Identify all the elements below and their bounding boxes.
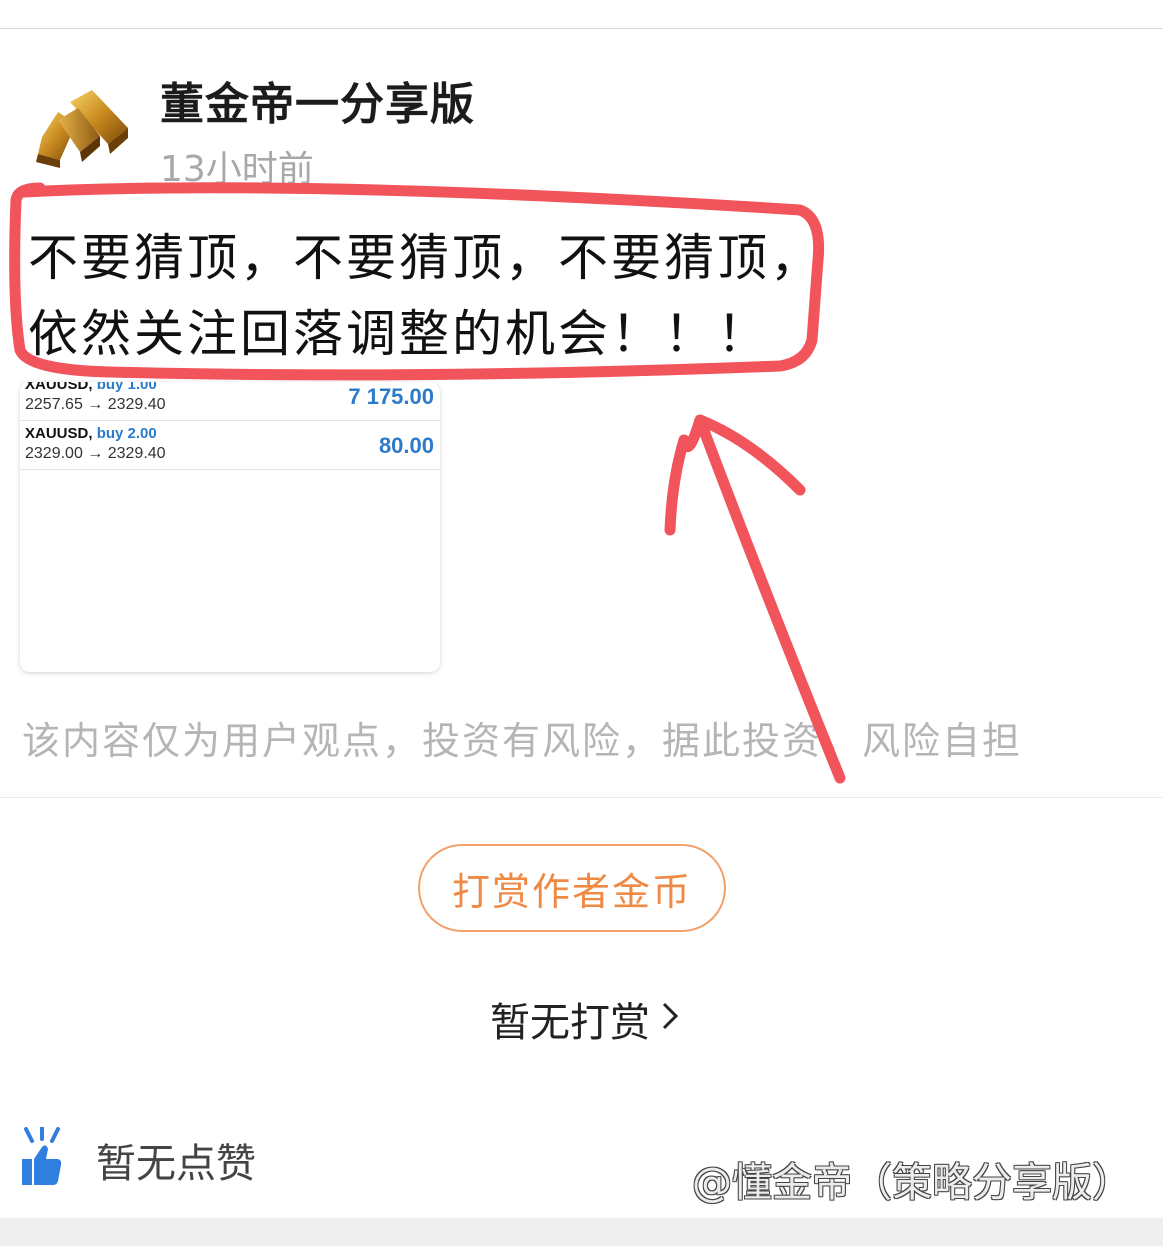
post-text: 不要猜顶，不要猜顶，不要猜顶， 依然关注回落调整的机会！！！ <box>28 220 823 372</box>
trade-row: XAUUSD, buy 2.00 2329.00 → 2329.40 80.00 <box>20 421 440 470</box>
reward-author-button[interactable]: 打赏作者金币 <box>418 844 726 932</box>
like-status-label: 暂无点赞 <box>96 1141 256 1187</box>
trade-side: buy 1.00 <box>96 382 157 393</box>
post-text-line: 依然关注回落调整的机会！！！ <box>28 305 770 363</box>
trade-prices: 2329.00 → 2329.40 <box>25 445 166 462</box>
author-avatar[interactable] <box>30 82 130 177</box>
trade-row: XAUUSD, buy 1.00 2257.65 → 2329.40 7 175… <box>20 382 440 421</box>
thumbs-up-icon <box>18 1125 64 1193</box>
post-time: 13小时前 <box>160 149 314 190</box>
reward-status-label: 暂无打赏 <box>490 1000 650 1046</box>
trade-screenshot-card[interactable]: XAUUSD, buy 1.00 2257.65 → 2329.40 7 175… <box>20 382 440 672</box>
trade-symbol: XAUUSD, buy 1.00 <box>25 382 157 393</box>
top-divider <box>0 28 1163 29</box>
gold-bars-icon <box>36 90 128 168</box>
trade-profit: 80.00 <box>378 433 434 458</box>
bottom-bar <box>0 1218 1163 1246</box>
chevron-right-icon <box>660 996 680 1042</box>
trade-profit: 7 175.00 <box>348 384 434 409</box>
section-divider <box>0 797 1163 798</box>
author-name[interactable]: 董金帝一分享版 <box>160 68 475 132</box>
watermark: @懂金帝（策略分享版） <box>692 1160 1132 1206</box>
post-text-line: 不要猜顶，不要猜顶，不要猜顶， <box>28 229 823 287</box>
trade-symbol: XAUUSD, buy 2.00 <box>25 425 157 442</box>
like-section[interactable]: 暂无点赞 <box>18 1125 256 1193</box>
trade-side: buy 2.00 <box>96 425 157 442</box>
risk-disclaimer: 该内容仅为用户观点，投资有风险，据此投资，风险自担 <box>22 719 1023 763</box>
trade-prices: 2257.65 → 2329.40 <box>25 396 166 413</box>
reward-status-link[interactable]: 暂无打赏 <box>490 990 680 1048</box>
